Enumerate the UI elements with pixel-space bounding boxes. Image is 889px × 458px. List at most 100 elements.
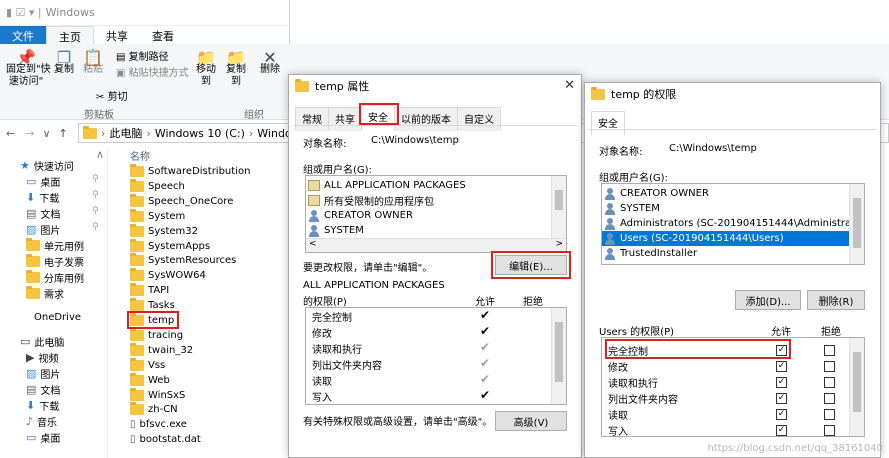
list-item[interactable]: 所有受限制的应用程序包 (308, 193, 434, 208)
back-icon[interactable]: ← (6, 127, 15, 140)
forward-icon[interactable]: → (25, 127, 34, 140)
scroll-thumb[interactable] (555, 322, 563, 382)
tab-home[interactable]: 主页 (46, 26, 94, 44)
tab-customize[interactable]: 自定义 (457, 107, 501, 131)
deny-checkbox[interactable] (824, 361, 835, 372)
nav-item[interactable]: ▭ 桌面 (26, 174, 60, 189)
copy-path-button[interactable]: ▤ 复制路径 (116, 48, 169, 63)
tab-view[interactable]: 查看 (140, 26, 186, 44)
tab-security[interactable]: 安全 (591, 111, 625, 135)
dropdown-icon[interactable]: ∨ (42, 127, 50, 140)
vertical-scrollbar[interactable] (551, 308, 566, 404)
file-item[interactable]: SysWOW64 (130, 268, 206, 282)
breadcrumb[interactable]: › 此电脑 › Windows 10 (C:) › Windows (78, 123, 889, 143)
list-item-selected[interactable]: Users (SC-201904151444\Users) (602, 231, 849, 246)
nav-item[interactable]: ▨ 图片 (26, 222, 60, 237)
allow-checkbox[interactable]: ✓ (776, 409, 787, 420)
list-item[interactable]: Administrators (SC-201904151444\Administ… (604, 216, 864, 231)
deny-checkbox[interactable] (824, 409, 835, 420)
tab-previous-versions[interactable]: 以前的版本 (394, 107, 458, 131)
nav-item[interactable]: ▭ 桌面 (26, 430, 60, 445)
pin-icon[interactable]: ⚲ (92, 222, 99, 232)
file-item[interactable]: SystemApps (130, 238, 210, 252)
file-item[interactable]: Speech_OneCore (130, 193, 233, 207)
scroll-left-icon[interactable]: < (309, 239, 317, 249)
file-item[interactable]: SystemResources (130, 253, 236, 267)
file-item[interactable]: System (130, 208, 185, 222)
list-item[interactable]: TrustedInstaller (604, 246, 697, 261)
list-item[interactable]: CREATOR OWNER (308, 208, 413, 223)
move-to-button[interactable]: 📁 移动到 (192, 50, 220, 88)
vertical-scrollbar[interactable] (849, 184, 864, 264)
breadcrumb-this-pc[interactable]: 此电脑 (109, 125, 142, 141)
nav-item[interactable]: 电子发票 (26, 254, 84, 269)
close-icon[interactable]: ✕ (564, 78, 575, 93)
file-item[interactable]: Tasks (130, 298, 175, 312)
breadcrumb-drive[interactable]: Windows 10 (C:) (155, 127, 245, 140)
scroll-thumb[interactable] (853, 198, 861, 248)
allow-checkbox[interactable]: ✓ (776, 425, 787, 436)
deny-checkbox[interactable] (824, 393, 835, 404)
file-item[interactable]: ▯ bfsvc.exe (130, 419, 187, 430)
file-item[interactable]: SoftwareDistribution (130, 164, 250, 177)
deny-checkbox[interactable] (824, 425, 835, 436)
remove-button[interactable]: 删除(R) (807, 290, 865, 310)
nav-item[interactable]: ⬇ 下载 (26, 398, 59, 413)
collapse-icon[interactable]: ∧ (96, 148, 104, 161)
tab-file[interactable]: 文件 (0, 26, 46, 44)
allow-checkbox[interactable]: ✓ (776, 377, 787, 388)
list-item[interactable]: ALL APPLICATION PACKAGES (308, 178, 466, 193)
column-header-name[interactable]: 名称 (130, 148, 150, 163)
nav-item[interactable]: ▶ 视频 (26, 350, 58, 365)
scroll-thumb[interactable] (555, 190, 563, 210)
nav-item[interactable]: 分库用例 (26, 270, 84, 285)
scroll-right-icon[interactable]: > (555, 239, 563, 249)
pin-quick-access-button[interactable]: 📌 固定到"快 速访问" (6, 50, 51, 88)
list-item[interactable]: SYSTEM (604, 201, 660, 216)
tab-sharing[interactable]: 共享 (328, 107, 362, 131)
nav-item[interactable]: ♪ 音乐 (26, 414, 57, 429)
group-list[interactable]: ALL APPLICATION PACKAGES 所有受限制的应用程序包 CRE… (305, 175, 567, 253)
file-item[interactable]: twain_32 (130, 342, 193, 356)
file-item[interactable]: zh-CN (130, 402, 178, 416)
nav-item[interactable]: ☁OneDrive (34, 312, 81, 323)
tab-share[interactable]: 共享 (94, 26, 140, 44)
file-item[interactable]: Web (130, 372, 170, 386)
file-item[interactable]: TAPI (130, 283, 169, 297)
file-item[interactable]: System32 (130, 223, 198, 237)
tab-general[interactable]: 常规 (295, 107, 329, 131)
nav-item[interactable]: 单元用例 (26, 238, 84, 253)
file-item[interactable]: WinSxS (130, 387, 185, 401)
paste-button[interactable]: 📋 粘贴 (80, 50, 106, 76)
quick-access-toolbar-icon[interactable]: ▮ ☑ ▾ | (6, 6, 42, 19)
copy-to-button[interactable]: 📁 复制到 (222, 50, 250, 88)
cut-button[interactable]: ✂ 剪切 (96, 88, 128, 103)
add-button[interactable]: 添加(D)... (735, 290, 801, 310)
deny-checkbox[interactable] (824, 377, 835, 388)
list-item[interactable]: SYSTEM (308, 223, 364, 238)
nav-item[interactable]: 需求 (26, 286, 64, 301)
deny-checkbox[interactable] (824, 345, 835, 356)
nav-item[interactable]: ⬇ 下载 (26, 190, 59, 205)
allow-checkbox[interactable]: ✓ (776, 361, 787, 372)
vertical-scrollbar[interactable] (551, 176, 566, 238)
pin-icon[interactable]: ⚲ (92, 190, 99, 200)
vertical-scrollbar[interactable] (849, 338, 864, 436)
scroll-thumb[interactable] (853, 352, 861, 412)
pin-icon[interactable]: ⚲ (92, 206, 99, 216)
list-item[interactable]: CREATOR OWNER (604, 186, 709, 201)
nav-item[interactable]: ▨ 图片 (26, 366, 60, 381)
up-icon[interactable]: ↑ (59, 127, 68, 140)
copy-button[interactable]: ❐ 复制 (52, 50, 76, 76)
pin-icon[interactable]: ⚲ (92, 174, 99, 184)
horizontal-scrollbar[interactable]: < > (306, 238, 566, 252)
file-item[interactable]: tracing (130, 327, 183, 341)
advanced-button[interactable]: 高级(V) (495, 411, 567, 431)
nav-item[interactable]: ▤ 文档 (26, 382, 60, 397)
file-item[interactable]: Speech (130, 178, 185, 192)
allow-checkbox[interactable]: ✓ (776, 393, 787, 404)
paste-shortcut-button[interactable]: ▣ 粘贴快捷方式 (116, 64, 189, 79)
group-list[interactable]: CREATOR OWNER SYSTEM Administrators (SC-… (601, 183, 865, 265)
file-item[interactable]: Vss (130, 357, 165, 371)
file-item[interactable]: ▯ bootstat.dat (130, 434, 201, 445)
